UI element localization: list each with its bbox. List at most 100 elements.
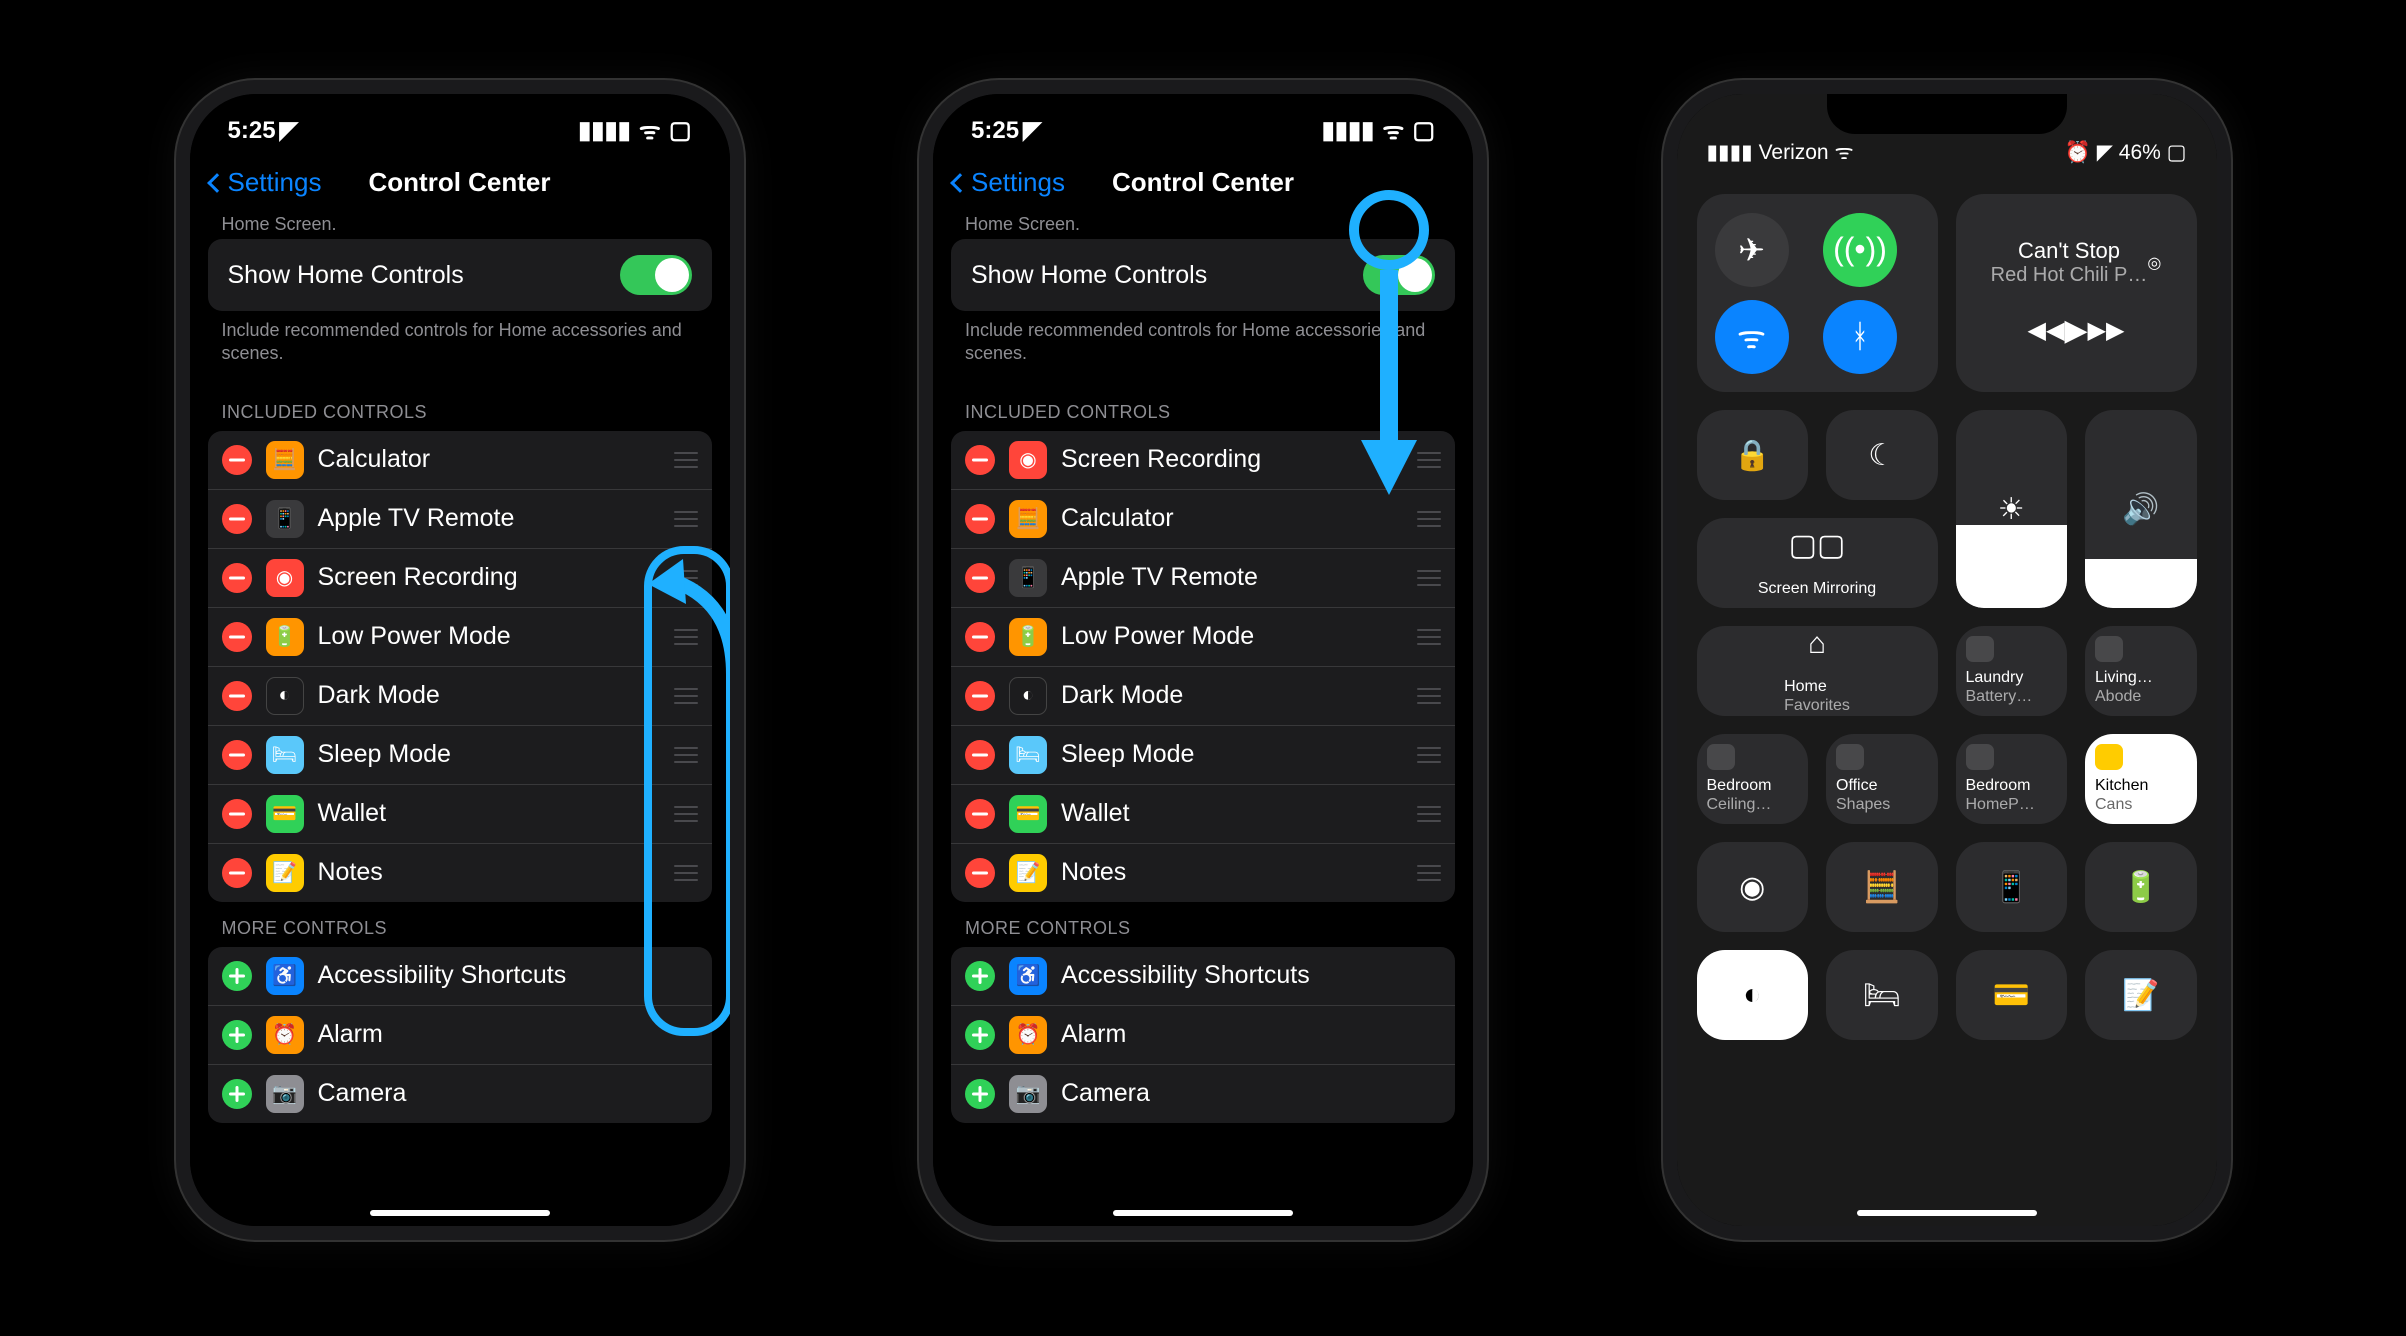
- remove-button[interactable]: [965, 504, 995, 534]
- reorder-grip[interactable]: [674, 629, 698, 645]
- back-button[interactable]: Settings: [953, 167, 1065, 198]
- toggle-switch[interactable]: [620, 255, 692, 295]
- home-favorites-button[interactable]: ⌂ HomeFavorites: [1697, 626, 1938, 716]
- play-button[interactable]: ▶: [2064, 313, 2087, 348]
- list-item[interactable]: 📷Camera: [951, 1065, 1455, 1123]
- list-item[interactable]: 💳Wallet: [208, 785, 712, 844]
- add-button[interactable]: [965, 1020, 995, 1050]
- accessory-laundry[interactable]: LaundryBattery…: [1956, 626, 2068, 716]
- add-button[interactable]: [222, 961, 252, 991]
- home-indicator[interactable]: [1857, 1210, 2037, 1216]
- show-home-controls-row[interactable]: Show Home Controls: [208, 239, 712, 311]
- reorder-grip[interactable]: [674, 806, 698, 822]
- reorder-grip[interactable]: [674, 865, 698, 881]
- list-item[interactable]: 📱Apple TV Remote: [208, 490, 712, 549]
- tv-remote-button[interactable]: 📱: [1956, 842, 2068, 932]
- list-item[interactable]: 🔋Low Power Mode: [951, 608, 1455, 667]
- reorder-grip[interactable]: [674, 747, 698, 763]
- back-button[interactable]: Settings: [210, 167, 322, 198]
- remove-button[interactable]: [965, 799, 995, 829]
- reorder-grip[interactable]: [1417, 865, 1441, 881]
- remove-button[interactable]: [222, 504, 252, 534]
- wallet-button[interactable]: 💳: [1956, 950, 2068, 1040]
- remove-button[interactable]: [965, 445, 995, 475]
- list-item[interactable]: 🧮Calculator: [951, 490, 1455, 549]
- add-button[interactable]: [222, 1020, 252, 1050]
- remove-button[interactable]: [222, 563, 252, 593]
- screen-recording-button[interactable]: ◉: [1697, 842, 1809, 932]
- remove-button[interactable]: [222, 799, 252, 829]
- list-item[interactable]: 🛏Sleep Mode: [208, 726, 712, 785]
- reorder-grip[interactable]: [674, 452, 698, 468]
- list-item[interactable]: ◉Screen Recording: [951, 431, 1455, 490]
- home-indicator[interactable]: [1113, 1210, 1293, 1216]
- connectivity-module[interactable]: ✈︎ ((•)) ᯤ ᚼ: [1697, 194, 1938, 392]
- reorder-grip[interactable]: [674, 511, 698, 527]
- sleep-mode-button[interactable]: 🛏: [1826, 950, 1938, 1040]
- remove-button[interactable]: [965, 740, 995, 770]
- list-item[interactable]: ⏰Alarm: [951, 1006, 1455, 1065]
- list-item[interactable]: 📝Notes: [208, 844, 712, 902]
- add-button[interactable]: [222, 1079, 252, 1109]
- show-home-controls-row[interactable]: Show Home Controls: [951, 239, 1455, 311]
- brightness-slider[interactable]: ☀: [1956, 410, 2068, 608]
- add-button[interactable]: [965, 1079, 995, 1109]
- volume-slider[interactable]: 🔊: [2085, 410, 2197, 608]
- calculator-button[interactable]: 🧮: [1826, 842, 1938, 932]
- dark-mode-button[interactable]: ◐: [1697, 950, 1809, 1040]
- list-item[interactable]: 📷Camera: [208, 1065, 712, 1123]
- screen-mirroring-button[interactable]: ▢▢ Screen Mirroring: [1697, 518, 1938, 608]
- reorder-grip[interactable]: [1417, 747, 1441, 763]
- remove-button[interactable]: [222, 681, 252, 711]
- toggle-switch[interactable]: [1363, 255, 1435, 295]
- control-center-screen[interactable]: ▮▮▮▮ Verizon ᯤ ⏰ ◤ 46% ▢ ✈︎ ((•)) ᯤ ᚼ Ca…: [1677, 94, 2217, 1226]
- accessory-office[interactable]: OfficeShapes: [1826, 734, 1938, 824]
- airplane-mode-button[interactable]: ✈︎: [1715, 213, 1789, 287]
- reorder-grip[interactable]: [1417, 511, 1441, 527]
- bluetooth-button[interactable]: ᚼ: [1823, 300, 1897, 374]
- content[interactable]: Home Screen. Show Home Controls Include …: [190, 210, 730, 1123]
- list-item[interactable]: 📱Apple TV Remote: [951, 549, 1455, 608]
- list-item[interactable]: 🛏Sleep Mode: [951, 726, 1455, 785]
- rewind-button[interactable]: ◀◀: [2028, 316, 2065, 345]
- forward-button[interactable]: ▶▶: [2088, 316, 2125, 345]
- add-button[interactable]: [965, 961, 995, 991]
- list-item[interactable]: ◐Dark Mode: [951, 667, 1455, 726]
- rotation-lock-button[interactable]: 🔒: [1697, 410, 1809, 500]
- list-item[interactable]: ◉Screen Recording: [208, 549, 712, 608]
- list-item[interactable]: ◐Dark Mode: [208, 667, 712, 726]
- remove-button[interactable]: [222, 740, 252, 770]
- notes-button[interactable]: 📝: [2085, 950, 2197, 1040]
- list-item[interactable]: 💳Wallet: [951, 785, 1455, 844]
- list-item[interactable]: ♿Accessibility Shortcuts: [208, 947, 712, 1006]
- low-power-button[interactable]: 🔋: [2085, 842, 2197, 932]
- remove-button[interactable]: [222, 445, 252, 475]
- list-item[interactable]: 🔋Low Power Mode: [208, 608, 712, 667]
- media-module[interactable]: Can't Stop Red Hot Chili P… ◎ ◀◀ ▶ ▶▶: [1956, 194, 2197, 392]
- content[interactable]: Home Screen. Show Home Controls Include …: [933, 210, 1473, 1123]
- reorder-grip[interactable]: [1417, 570, 1441, 586]
- airplay-icon[interactable]: ◎: [2147, 253, 2161, 273]
- remove-button[interactable]: [965, 622, 995, 652]
- remove-button[interactable]: [222, 858, 252, 888]
- accessory-kitchen[interactable]: KitchenCans: [2085, 734, 2197, 824]
- list-item[interactable]: ⏰Alarm: [208, 1006, 712, 1065]
- remove-button[interactable]: [222, 622, 252, 652]
- list-item[interactable]: ♿Accessibility Shortcuts: [951, 947, 1455, 1006]
- reorder-grip[interactable]: [1417, 629, 1441, 645]
- accessory-living[interactable]: Living…Abode: [2085, 626, 2197, 716]
- remove-button[interactable]: [965, 858, 995, 888]
- reorder-grip[interactable]: [1417, 806, 1441, 822]
- reorder-grip[interactable]: [674, 688, 698, 704]
- list-item[interactable]: 🧮Calculator: [208, 431, 712, 490]
- home-indicator[interactable]: [370, 1210, 550, 1216]
- remove-button[interactable]: [965, 563, 995, 593]
- wifi-button[interactable]: ᯤ: [1715, 300, 1789, 374]
- reorder-grip[interactable]: [674, 570, 698, 586]
- do-not-disturb-button[interactable]: ☾: [1826, 410, 1938, 500]
- accessory-bedroom-homepod[interactable]: BedroomHomeP…: [1956, 734, 2068, 824]
- list-item[interactable]: 📝Notes: [951, 844, 1455, 902]
- reorder-grip[interactable]: [1417, 452, 1441, 468]
- cellular-button[interactable]: ((•)): [1823, 213, 1897, 287]
- remove-button[interactable]: [965, 681, 995, 711]
